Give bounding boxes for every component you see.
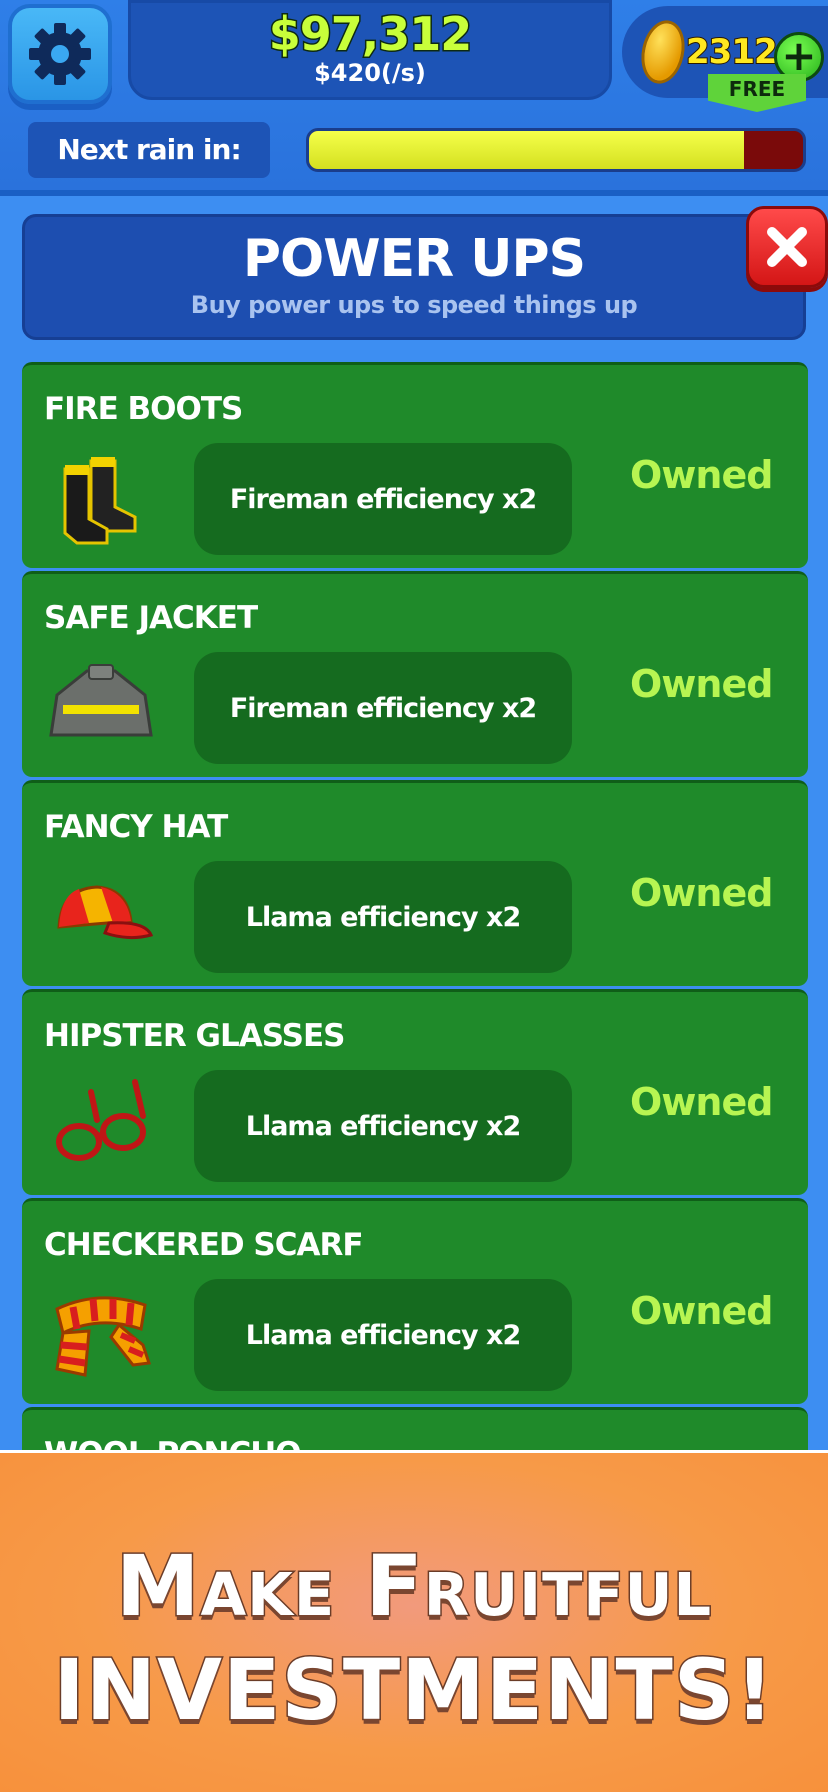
power-up-description: Llama efficiency x2 xyxy=(194,861,572,973)
cap-icon xyxy=(46,863,156,967)
money-value: $97,312 xyxy=(267,6,474,63)
promo-headline-line2: INVESTMENTS! xyxy=(52,1640,775,1741)
bean-icon xyxy=(635,16,691,88)
power-up-status: Owned xyxy=(630,1080,773,1124)
power-up-list: FIRE BOOTS Fireman efficiency x2 Owned S… xyxy=(22,362,808,1467)
power-up-item[interactable]: FIRE BOOTS Fireman efficiency x2 Owned xyxy=(22,362,808,568)
boots-icon xyxy=(46,445,156,549)
money-display: $97,312 $420(/s) xyxy=(128,0,612,100)
panel-title: POWER UPS xyxy=(242,229,586,289)
rain-progress-fill xyxy=(309,131,744,169)
power-up-description: Llama efficiency x2 xyxy=(194,1279,572,1391)
power-up-name: CHECKERED SCARF xyxy=(44,1227,364,1263)
close-button[interactable] xyxy=(746,206,828,288)
close-icon xyxy=(767,227,807,267)
jacket-icon xyxy=(46,654,156,758)
power-up-item[interactable]: HIPSTER GLASSES Llama efficiency x2 Owne… xyxy=(22,989,808,1195)
power-up-description: Fireman efficiency x2 xyxy=(194,443,572,555)
power-up-status: Owned xyxy=(630,1289,773,1333)
power-up-status: Owned xyxy=(630,871,773,915)
top-bar: $97,312 $420(/s) 2312 + FREE Next rain i… xyxy=(0,0,828,196)
rain-progress-bar xyxy=(306,128,806,172)
free-badge[interactable]: FREE xyxy=(708,74,806,112)
power-ups-panel: POWER UPS Buy power ups to speed things … xyxy=(0,200,828,1467)
income-rate: $420(/s) xyxy=(314,59,426,87)
power-up-description: Fireman efficiency x2 xyxy=(194,652,572,764)
panel-header: POWER UPS Buy power ups to speed things … xyxy=(22,214,806,340)
panel-subtitle: Buy power ups to speed things up xyxy=(190,291,638,319)
power-up-status: Owned xyxy=(630,453,773,497)
rain-timer-label: Next rain in: xyxy=(28,122,270,178)
power-up-name: HIPSTER GLASSES xyxy=(44,1018,345,1054)
bean-count: 2312 xyxy=(685,31,779,73)
gear-icon xyxy=(29,23,91,85)
power-up-name: FANCY HAT xyxy=(44,809,228,845)
promo-banner: Make Fruitful INVESTMENTS! xyxy=(0,1450,828,1792)
power-up-status: Owned xyxy=(630,662,773,706)
promo-headline-line1: Make Fruitful xyxy=(114,1536,713,1637)
settings-button[interactable] xyxy=(8,4,112,104)
power-up-item[interactable]: SAFE JACKET Fireman efficiency x2 Owned xyxy=(22,571,808,777)
power-up-item[interactable]: CHECKERED SCARF Llama efficiency x2 Owne… xyxy=(22,1198,808,1404)
power-up-item[interactable]: FANCY HAT Llama efficiency x2 Owned xyxy=(22,780,808,986)
power-up-description: Llama efficiency x2 xyxy=(194,1070,572,1182)
power-up-name: FIRE BOOTS xyxy=(44,391,243,427)
scarf-icon xyxy=(46,1281,156,1385)
glasses-icon xyxy=(46,1072,156,1176)
power-up-name: SAFE JACKET xyxy=(44,600,258,636)
